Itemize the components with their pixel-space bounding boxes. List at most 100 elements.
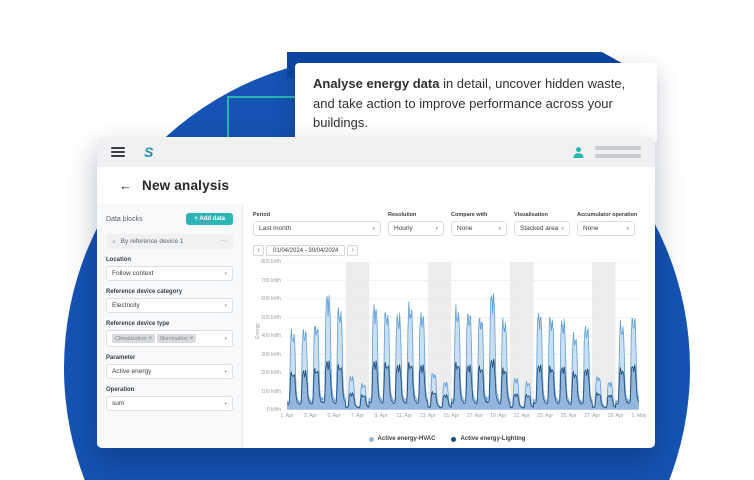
chip-label: Illumination — [160, 335, 188, 342]
app-logo[interactable]: S — [141, 144, 157, 160]
field-label: Reference device type — [106, 321, 170, 327]
chart-legend: Active energy-HVAC Active energy-Lightin… — [253, 436, 641, 442]
energy-chart: Energy 800 kWh 700 kWh 600 kWh 500 kWh 400 k… — [253, 259, 647, 424]
parameter-select[interactable]: Active energy ▾ — [106, 364, 233, 379]
legend-label: Active energy-Lighting — [460, 436, 526, 442]
select-value: sum — [112, 400, 125, 407]
field-location: Location Follow context ▾ — [106, 257, 233, 281]
chevron-down-icon: ▾ — [498, 225, 501, 232]
chip-label: Climatization — [115, 335, 147, 342]
legend-item-lighting[interactable]: Active energy-Lighting — [451, 436, 525, 442]
accumulator-operation-select[interactable]: None ▾ — [577, 221, 635, 236]
x-tick-label: 19. Apr — [490, 413, 507, 419]
device-type-chip: Climatization × — [112, 334, 155, 343]
chevron-down-icon: ▾ — [224, 400, 227, 407]
x-tick-label: 15. Apr — [443, 413, 460, 419]
stacked-area-chart[interactable] — [287, 262, 639, 410]
field-reference-device-type: Reference device type Climatization × Il… — [106, 321, 233, 347]
x-tick-label: 5. Apr — [327, 413, 341, 419]
visualisation-group: Visualisation Stacked areas ▾ — [514, 212, 570, 236]
period-select[interactable]: Last month ▾ — [253, 221, 381, 236]
callout-connector-line — [228, 96, 296, 98]
next-period-button[interactable]: › — [347, 245, 359, 256]
field-operation: Operation sum ▾ — [106, 387, 233, 411]
y-tick-label: 300 kWh — [261, 351, 281, 358]
chevron-down-icon: ▾ — [224, 368, 227, 375]
select-value: Stacked areas — [520, 225, 559, 232]
add-data-button[interactable]: + Add data — [186, 213, 233, 225]
operation-select[interactable]: sum ▾ — [106, 396, 233, 411]
x-tick-label: 7. Apr — [350, 413, 364, 419]
toolbar-label: Compare with — [451, 212, 488, 218]
select-value: None — [583, 225, 599, 232]
date-range: 01/04/2024 - 30/04/2024 — [266, 245, 346, 256]
hamburger-menu-icon[interactable] — [111, 147, 125, 157]
select-value: Electricity — [112, 302, 140, 309]
x-tick-label: 27. Apr — [584, 413, 600, 419]
x-tick-label: 1. Apr — [280, 413, 294, 419]
resolution-group: Resolution Hourly ▾ — [388, 212, 444, 236]
legend-dot — [368, 436, 374, 442]
data-blocks-sidebar: Data blocks + Add data ∧ By reference de… — [97, 204, 243, 448]
field-label: Reference device category — [106, 289, 183, 295]
y-tick-label: 800 kWh — [261, 259, 281, 265]
location-select[interactable]: Follow context ▾ — [106, 266, 233, 281]
x-tick-label: 25. Apr — [560, 413, 577, 419]
reference-device-type-select[interactable]: Climatization × Illumination × ▾ — [106, 330, 233, 347]
y-tick-label: 400 kWh — [261, 333, 281, 339]
chip-remove-icon[interactable]: × — [190, 336, 194, 342]
chips-wrap: Climatization × Illumination × — [112, 334, 197, 343]
chevron-down-icon: ▾ — [372, 225, 375, 232]
window-body: Data blocks + Add data ∧ By reference de… — [97, 204, 655, 448]
field-label: Operation — [106, 387, 135, 393]
x-tick-label: 3. Apr — [303, 413, 317, 419]
device-section-title: By reference device 1 — [120, 238, 184, 245]
chevron-down-icon: ▾ — [224, 270, 227, 277]
collapse-chevron-icon[interactable]: ∧ — [112, 239, 116, 245]
svg-text:S: S — [144, 144, 154, 160]
field-reference-device-category: Reference device category Electricity ▾ — [106, 289, 233, 313]
compare-with-group: Compare with None ▾ — [451, 212, 507, 236]
x-tick-label: 21. Apr — [513, 413, 530, 419]
prev-period-button[interactable]: ‹ — [253, 245, 264, 256]
reference-device-category-select[interactable]: Electricity ▾ — [106, 298, 233, 313]
x-tick-label: 11. Apr — [396, 413, 413, 419]
legend-item-hvac[interactable]: Active energy-HVAC — [368, 436, 435, 442]
y-tick-label: 200 kWh — [261, 370, 281, 376]
x-tick-label: 13. Apr — [419, 413, 436, 419]
back-arrow-icon[interactable]: ← — [119, 179, 132, 192]
sidebar-top-row: Data blocks + Add data — [106, 213, 233, 225]
date-navigation: ‹ 01/04/2024 - 30/04/2024 › — [253, 245, 641, 256]
visualisation-select[interactable]: Stacked areas ▾ — [514, 221, 570, 236]
x-tick-label: 23. Apr — [537, 413, 554, 419]
callout-lead: Analyse energy data — [313, 76, 440, 91]
select-value: Hourly — [394, 225, 413, 232]
select-value: Last month — [259, 225, 292, 232]
y-tick-label: 500 kWh — [261, 314, 281, 321]
marketing-hero: Analyse energy data in detail, uncover h… — [0, 0, 754, 480]
device-section-header[interactable]: ∧ By reference device 1 ⋯ — [106, 234, 233, 249]
toolbar-label: Resolution — [388, 212, 417, 218]
title-row: ← New analysis — [97, 167, 655, 204]
compare-with-select[interactable]: None ▾ — [451, 221, 507, 236]
callout-text: Analyse energy data in detail, uncover h… — [313, 74, 639, 133]
device-type-chip: Illumination × — [157, 334, 197, 343]
period-group: Period Last month ▾ — [253, 212, 381, 236]
legend-dot — [451, 436, 457, 442]
callout-card: Analyse energy data in detail, uncover h… — [295, 63, 657, 144]
chevron-down-icon: ▾ — [561, 225, 564, 232]
accumulator-operation-group: Accumulator operation None ▾ — [577, 212, 637, 236]
y-tick-label: 600 kWh — [261, 296, 281, 302]
chevron-down-icon: ▾ — [435, 225, 438, 232]
app-header: S — [97, 137, 655, 167]
header-right — [572, 146, 641, 159]
resolution-select[interactable]: Hourly ▾ — [388, 221, 444, 236]
user-icon[interactable] — [572, 146, 585, 159]
chevron-down-icon: ▾ — [224, 302, 227, 309]
chip-remove-icon[interactable]: × — [148, 336, 152, 342]
header-menu-placeholder-icon[interactable] — [595, 146, 641, 158]
y-tick-label: 700 kWh — [261, 277, 281, 284]
select-value: Follow context — [112, 270, 154, 277]
y-tick-label: 0 kWh — [266, 407, 281, 413]
select-value: None — [457, 225, 473, 232]
